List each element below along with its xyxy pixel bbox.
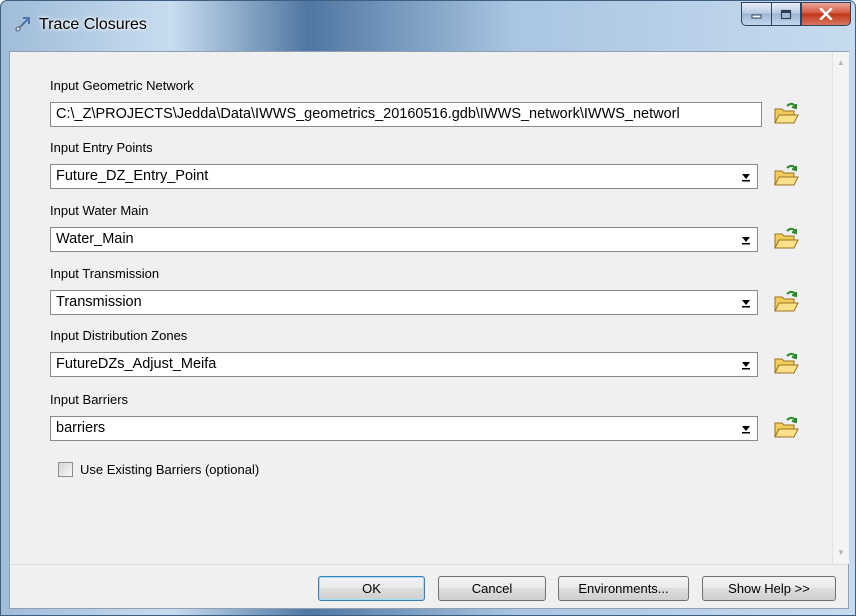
window-title: Trace Closures <box>39 16 147 33</box>
window-controls <box>741 2 851 26</box>
cancel-button[interactable]: Cancel <box>438 576 546 601</box>
geometric-network-label: Input Geometric Network <box>50 78 194 93</box>
use-existing-barriers-row[interactable]: Use Existing Barriers (optional) <box>58 460 259 478</box>
chevron-down-icon <box>742 173 750 181</box>
entry-points-select[interactable]: Future_DZ_Entry_Point <box>50 164 758 189</box>
close-icon <box>819 8 833 20</box>
close-button[interactable] <box>801 2 851 26</box>
entry-points-label: Input Entry Points <box>50 140 153 155</box>
scroll-down-icon[interactable]: ▼ <box>836 548 846 558</box>
water-main-dropdown-button[interactable] <box>737 230 755 249</box>
barriers-select[interactable]: barriers <box>50 416 758 441</box>
open-folder-icon[interactable] <box>772 350 800 378</box>
maximize-icon <box>780 9 792 19</box>
barriers-label: Input Barriers <box>50 392 129 407</box>
barriers-dropdown-button[interactable] <box>737 419 755 438</box>
maximize-button[interactable] <box>771 2 801 26</box>
dialog-button-bar: OK Cancel Environments... Show Help >> <box>10 564 848 608</box>
show-help-button[interactable]: Show Help >> <box>702 576 836 601</box>
minimize-button[interactable] <box>741 2 771 26</box>
water-main-select[interactable]: Water_Main <box>50 227 758 252</box>
minimize-icon <box>751 14 761 19</box>
chevron-down-icon <box>742 425 750 433</box>
ok-button[interactable]: OK <box>318 576 425 601</box>
entry-points-dropdown-button[interactable] <box>737 167 755 186</box>
open-folder-icon[interactable] <box>772 162 800 190</box>
open-folder-icon[interactable] <box>772 100 800 128</box>
transmission-select[interactable]: Transmission <box>50 290 758 315</box>
distribution-zones-value: FutureDZs_Adjust_Meifa <box>56 356 217 372</box>
scroll-up-icon[interactable]: ▲ <box>836 58 846 68</box>
dialog-client-area: Input Geometric Network C:\_Z\PROJECTS\J… <box>9 51 849 609</box>
chevron-down-icon <box>742 299 750 307</box>
transmission-dropdown-button[interactable] <box>737 293 755 312</box>
transmission-label: Input Transmission <box>50 266 160 281</box>
parameters-panel: Input Geometric Network C:\_Z\PROJECTS\J… <box>10 52 832 564</box>
open-folder-icon[interactable] <box>772 225 800 253</box>
transmission-value: Transmission <box>56 294 142 310</box>
dialog-window: Trace Closures Input Geometric Network C… <box>0 0 856 616</box>
tool-icon <box>15 17 30 32</box>
vertical-scrollbar[interactable]: ▲ ▼ <box>832 52 849 564</box>
entry-points-value: Future_DZ_Entry_Point <box>56 168 209 184</box>
chevron-down-icon <box>742 236 750 244</box>
distribution-zones-label: Input Distribution Zones <box>50 328 188 343</box>
water-main-label: Input Water Main <box>50 203 149 218</box>
distribution-zones-select[interactable]: FutureDZs_Adjust_Meifa <box>50 352 758 377</box>
open-folder-icon[interactable] <box>772 288 800 316</box>
title-bar[interactable]: Trace Closures <box>1 1 856 51</box>
water-main-value: Water_Main <box>56 231 134 247</box>
use-existing-barriers-label: Use Existing Barriers (optional) <box>80 461 260 477</box>
open-folder-icon[interactable] <box>772 414 800 442</box>
use-existing-barriers-checkbox[interactable] <box>58 461 73 477</box>
distribution-zones-dropdown-button[interactable] <box>737 355 755 374</box>
barriers-value: barriers <box>56 420 106 436</box>
chevron-down-icon <box>742 361 750 369</box>
geometric-network-input[interactable]: C:\_Z\PROJECTS\Jedda\Data\IWWS_geometric… <box>50 102 762 127</box>
environments-button[interactable]: Environments... <box>558 576 689 601</box>
